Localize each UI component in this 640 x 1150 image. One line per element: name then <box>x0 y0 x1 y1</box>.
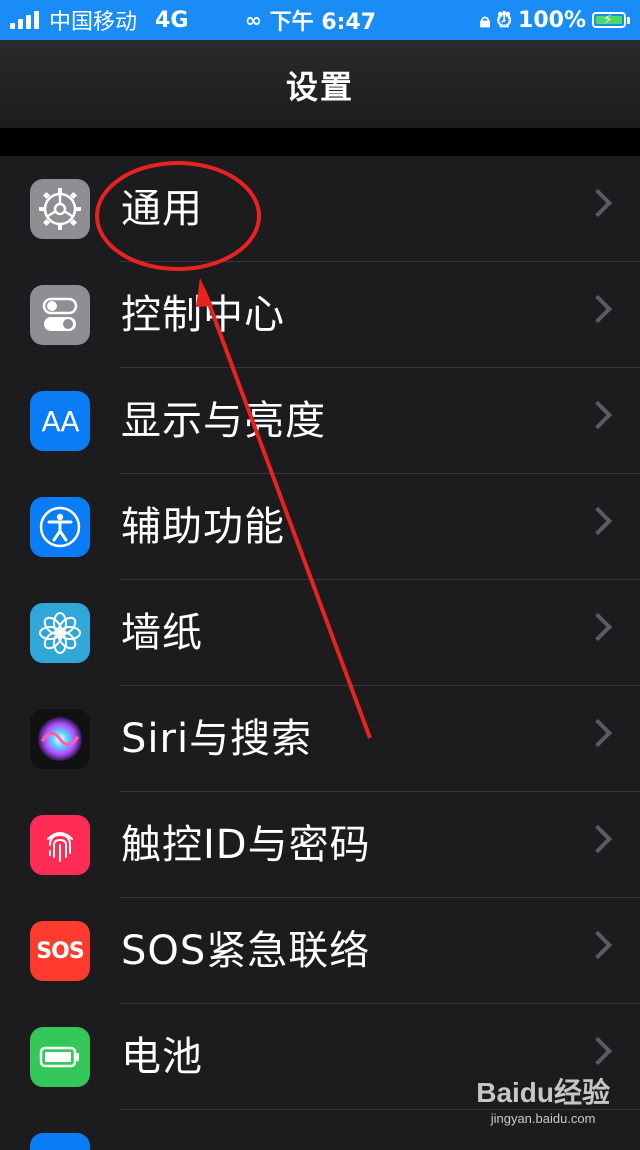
orientation-lock-icon: 🔒︎ <box>479 8 491 32</box>
carrier-name: 中国移动 <box>49 10 138 35</box>
chevron-right-icon <box>583 612 613 642</box>
settings-item-accessibility[interactable]: 辅助功能 <box>0 474 640 580</box>
settings-item-control-center[interactable]: 控制中心 <box>0 262 640 368</box>
chevron-right-icon <box>583 188 613 218</box>
settings-item-label: 电池 <box>121 1034 203 1080</box>
sos-icon: SOS <box>30 921 90 981</box>
chevron-right-icon <box>583 400 613 430</box>
navigation-bar: 设置 <box>0 40 640 128</box>
sos-icon-text: SOS <box>36 938 84 964</box>
hotspot-link-icon: ∞ <box>245 8 262 32</box>
accessibility-icon <box>30 497 90 557</box>
settings-item-emergency-sos[interactable]: SOS SOS紧急联络 <box>0 898 640 1004</box>
settings-item-label: Siri与搜索 <box>121 716 313 762</box>
settings-item-label: 控制中心 <box>121 292 285 338</box>
flower-icon <box>30 603 90 663</box>
page-title: 设置 <box>285 68 354 106</box>
baidu-jingyan-watermark: Baidu经验 jingyan.baidu.com <box>476 1071 610 1126</box>
settings-item-wallpaper[interactable]: 墙纸 <box>0 580 640 686</box>
alarm-icon: ⏰︎ <box>496 8 513 32</box>
toggles-icon <box>30 285 90 345</box>
clock: 下午 6:47 <box>269 10 377 35</box>
battery-percent: 100% <box>518 7 586 33</box>
section-gap <box>0 128 640 156</box>
settings-item-label: 辅助功能 <box>121 504 285 550</box>
chevron-right-icon <box>583 824 613 854</box>
cellular-signal-icon <box>10 11 39 29</box>
network-type: 4G <box>155 7 189 33</box>
settings-list: 通用 控制中心 AA 显示与亮度 辅助功能 墙纸 Siri与搜索 触控ID与密码… <box>0 156 640 1150</box>
settings-item-label: 通用 <box>121 186 203 232</box>
fingerprint-icon <box>30 815 90 875</box>
chevron-right-icon <box>583 930 613 960</box>
watermark-url: jingyan.baidu.com <box>490 1111 596 1126</box>
status-bar: 中国移动 4G ∞ 下午 6:47 🔒︎ ⏰︎ 100% ⚡ <box>0 0 640 40</box>
chevron-right-icon <box>583 1036 613 1066</box>
settings-item-label: 显示与亮度 <box>121 398 326 444</box>
settings-item-touch-id-passcode[interactable]: 触控ID与密码 <box>0 792 640 898</box>
settings-item-general[interactable]: 通用 <box>0 156 640 262</box>
watermark-logo: Baidu经验 <box>476 1077 610 1108</box>
settings-item-label: 触控ID与密码 <box>121 822 371 868</box>
chevron-right-icon <box>583 294 613 324</box>
aa-icon-text: AA <box>41 404 79 438</box>
settings-item-display-brightness[interactable]: AA 显示与亮度 <box>0 368 640 474</box>
battery-charging-icon: ⚡ <box>592 12 626 28</box>
gear-icon <box>30 179 90 239</box>
settings-item-label: 墙纸 <box>121 610 203 656</box>
settings-item-siri-search[interactable]: Siri与搜索 <box>0 686 640 792</box>
aa-icon: AA <box>30 391 90 451</box>
settings-item-label: SOS紧急联络 <box>121 928 371 974</box>
battery-icon <box>30 1027 90 1087</box>
chevron-right-icon <box>583 506 613 536</box>
chevron-right-icon <box>583 718 613 748</box>
siri-icon <box>30 709 90 769</box>
